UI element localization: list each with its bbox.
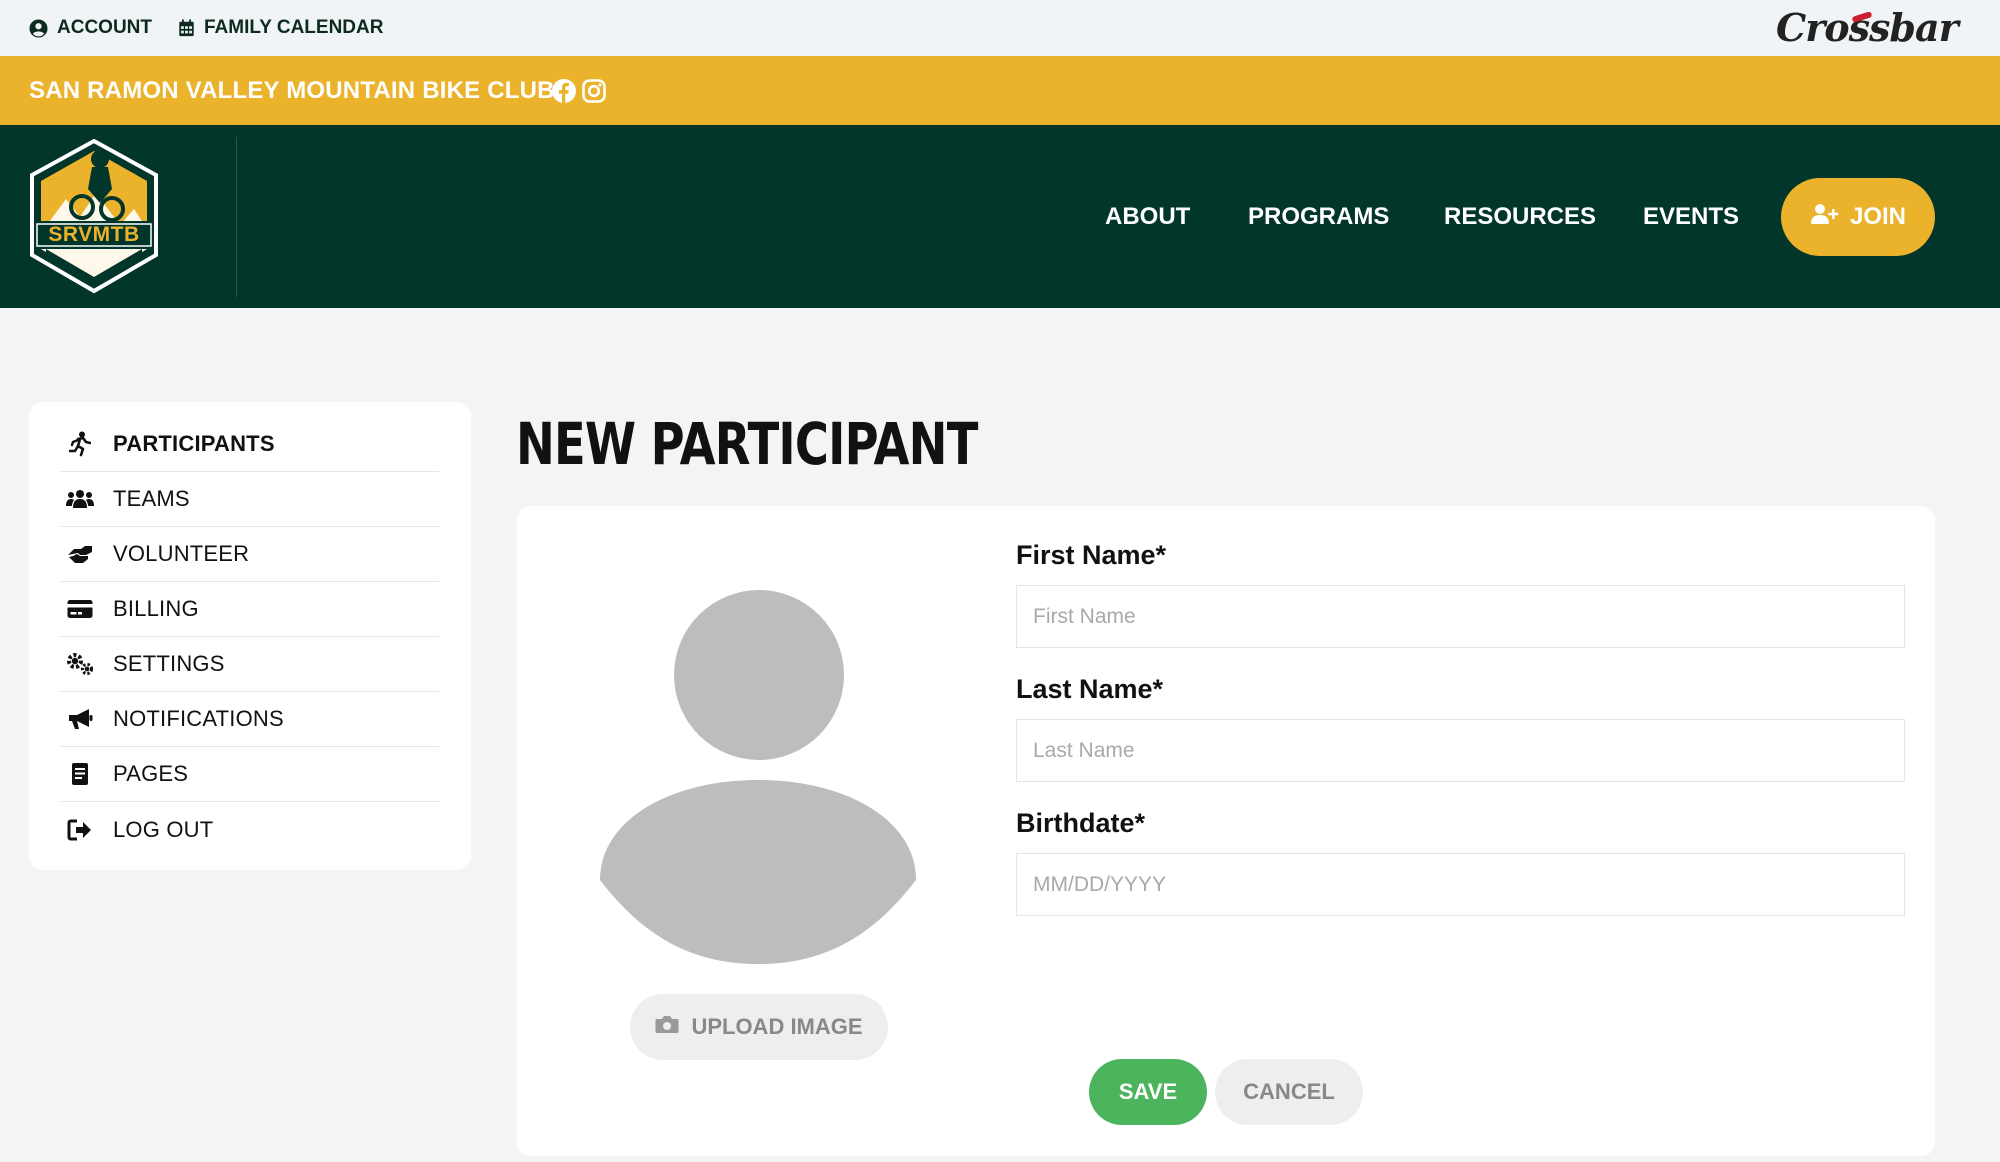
avatar-placeholder-body xyxy=(600,780,916,964)
sidebar-label-log-out: LOG OUT xyxy=(113,816,214,842)
join-button[interactable]: JOIN xyxy=(1781,178,1935,256)
users-icon xyxy=(65,484,95,514)
nav-events[interactable]: EVENTS xyxy=(1643,125,1739,308)
sidebar-label-notifications: NOTIFICATIONS xyxy=(113,706,284,731)
last-name-input[interactable] xyxy=(1016,719,1905,782)
account-sidebar: PARTICIPANTS TEAMS VOLUNTEER BILLING SET… xyxy=(29,402,471,870)
facebook-icon[interactable] xyxy=(551,56,577,125)
megaphone-icon xyxy=(65,704,95,734)
sidebar-item-participants[interactable]: PARTICIPANTS xyxy=(60,417,439,472)
cogs-icon xyxy=(65,649,95,679)
sidebar-label-teams: TEAMS xyxy=(113,486,190,511)
calendar-icon xyxy=(178,19,195,37)
upload-image-button[interactable]: UPLOAD IMAGE xyxy=(630,994,888,1060)
user-circle-icon xyxy=(29,18,48,38)
avatar-placeholder-head xyxy=(674,590,844,760)
club-logo[interactable]: SRVMTB ESTD 2008 xyxy=(26,137,162,295)
last-name-label: Last Name* xyxy=(1016,674,1164,704)
instagram-icon[interactable] xyxy=(582,56,606,125)
family-calendar-label: FAMILY CALENDAR xyxy=(204,17,384,38)
join-label: JOIN xyxy=(1849,203,1906,230)
user-plus-icon xyxy=(1810,203,1840,232)
document-icon xyxy=(65,759,95,789)
main-nav: SRVMTB ESTD 2008 ABOUT PROGRAMS RESOURCE… xyxy=(0,125,2000,308)
sidebar-item-volunteer[interactable]: VOLUNTEER xyxy=(60,527,439,582)
first-name-input[interactable] xyxy=(1016,585,1905,648)
crossbar-logo[interactable]: Crossbar xyxy=(1776,2,1959,52)
sidebar-label-settings: SETTINGS xyxy=(113,651,225,676)
club-logo-wordmark: SRVMTB xyxy=(48,223,140,246)
birthdate-label: Birthdate* xyxy=(1016,808,1146,838)
save-button[interactable]: SAVE xyxy=(1089,1059,1207,1125)
sidebar-item-billing[interactable]: BILLING xyxy=(60,582,439,637)
participant-form-card: UPLOAD IMAGE First Name* Last Name* Birt… xyxy=(517,506,1935,1156)
nav-resources[interactable]: RESOURCES xyxy=(1444,125,1596,308)
sidebar-item-log-out[interactable]: LOG OUT xyxy=(60,802,439,857)
sidebar-item-pages[interactable]: PAGES xyxy=(60,747,439,802)
account-link[interactable]: ACCOUNT xyxy=(29,0,152,56)
birthdate-input[interactable] xyxy=(1016,853,1905,916)
sidebar-label-participants: PARTICIPANTS xyxy=(113,431,275,456)
page-title: NEW PARTICIPANT xyxy=(516,410,978,478)
cancel-button[interactable]: CANCEL xyxy=(1215,1059,1363,1125)
running-icon xyxy=(65,429,95,459)
sidebar-item-settings[interactable]: SETTINGS xyxy=(60,637,439,692)
nav-divider xyxy=(236,137,237,297)
first-name-label: First Name* xyxy=(1016,540,1167,570)
sidebar-item-notifications[interactable]: NOTIFICATIONS xyxy=(60,692,439,747)
club-logo-est: ESTD 2008 xyxy=(69,253,119,261)
account-label: ACCOUNT xyxy=(57,17,152,38)
upload-image-label: UPLOAD IMAGE xyxy=(691,1014,863,1039)
sidebar-label-volunteer: VOLUNTEER xyxy=(113,541,250,566)
sidebar-item-teams[interactable]: TEAMS xyxy=(60,472,439,527)
nav-programs[interactable]: PROGRAMS xyxy=(1248,125,1389,308)
club-name: SAN RAMON VALLEY MOUNTAIN BIKE CLUB xyxy=(29,76,555,104)
camera-icon xyxy=(655,1014,679,1040)
sidebar-label-pages: PAGES xyxy=(113,761,189,786)
club-bar: SAN RAMON VALLEY MOUNTAIN BIKE CLUB xyxy=(0,56,2000,125)
credit-card-icon xyxy=(65,594,95,624)
nav-about[interactable]: ABOUT xyxy=(1105,125,1190,308)
sign-out-icon xyxy=(65,815,95,845)
hands-helping-icon xyxy=(65,539,95,569)
family-calendar-link[interactable]: FAMILY CALENDAR xyxy=(178,0,383,56)
utility-bar: ACCOUNT FAMILY CALENDAR Crossbar xyxy=(0,0,2000,56)
sidebar-label-billing: BILLING xyxy=(113,596,199,621)
